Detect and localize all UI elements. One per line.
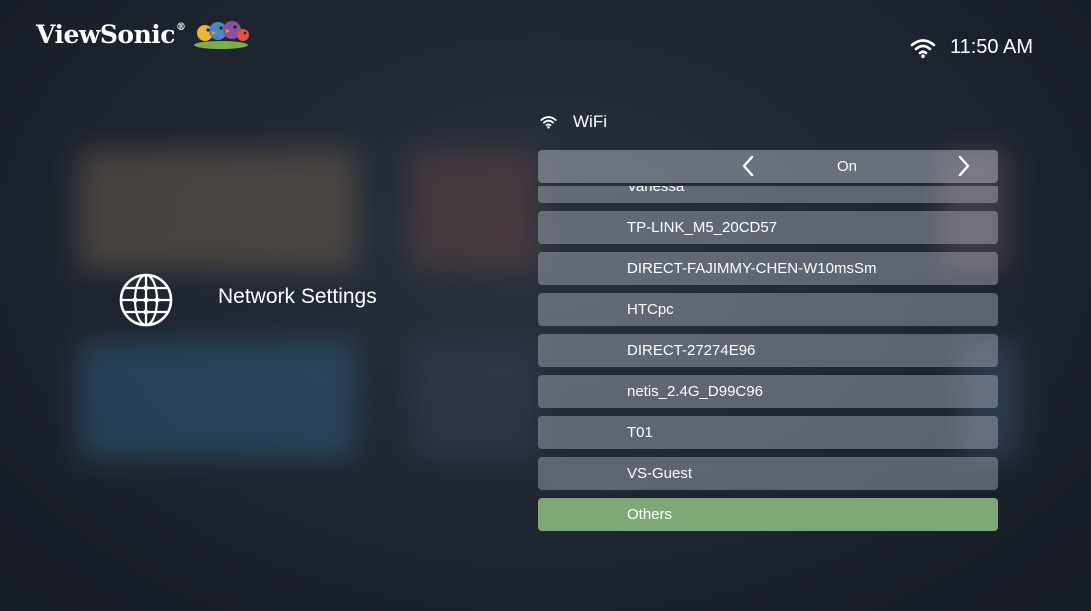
network-ssid: Others	[627, 506, 673, 523]
network-row[interactable]: TP-LINK_M5_20CD57	[538, 211, 998, 244]
network-row[interactable]: T01	[538, 416, 998, 449]
wifi-toggle-value: On	[836, 158, 857, 175]
brand-name: ViewSonic	[36, 19, 176, 49]
brand-reg-mark: ®	[176, 21, 186, 33]
network-ssid: T01	[627, 424, 653, 441]
network-ssid: TP-LINK_M5_20CD57	[627, 219, 778, 236]
wifi-label: WiFi	[573, 112, 607, 131]
network-row[interactable]: VS-Guest	[538, 457, 998, 490]
network-ssid: HTCpc	[627, 301, 674, 318]
network-row[interactable]: DIRECT-FAJIMMY-CHEN-W10msSm	[538, 252, 998, 285]
chevron-left-icon[interactable]	[735, 153, 761, 179]
globe-icon	[119, 273, 173, 327]
network-row[interactable]: Vanessa	[538, 186, 998, 203]
network-ssid: VS-Guest	[627, 465, 693, 482]
network-row-selected[interactable]: Others	[538, 498, 998, 531]
network-row[interactable]: HTCpc	[538, 293, 998, 326]
network-row[interactable]: DIRECT-27274E96	[538, 334, 998, 367]
birds-logo-icon	[193, 21, 249, 49]
network-list[interactable]: Vanessa TP-LINK_M5_20CD57 DIRECT-FAJIMMY…	[538, 186, 1000, 536]
network-ssid: DIRECT-FAJIMMY-CHEN-W10msSm	[627, 260, 877, 277]
clock: 11:50 AM	[949, 36, 1033, 58]
status-bar: 11:50 AM	[910, 36, 1033, 59]
wifi-section-header: WiFi	[540, 112, 607, 132]
wifi-toggle-value-wrap: On	[538, 158, 998, 175]
network-ssid: DIRECT-27274E96	[627, 342, 756, 359]
network-ssid: netis_2.4G_D99C96	[627, 383, 763, 400]
wifi-toggle[interactable]: On	[538, 150, 998, 183]
page-title: Network Settings	[218, 285, 377, 308]
network-ssid: Vanessa	[627, 186, 685, 195]
wifi-icon	[540, 116, 557, 129]
wifi-icon	[910, 38, 936, 58]
brand-logo: ViewSonic ®	[36, 16, 250, 52]
network-row[interactable]: netis_2.4G_D99C96	[538, 375, 998, 408]
chevron-right-icon[interactable]	[951, 153, 977, 179]
